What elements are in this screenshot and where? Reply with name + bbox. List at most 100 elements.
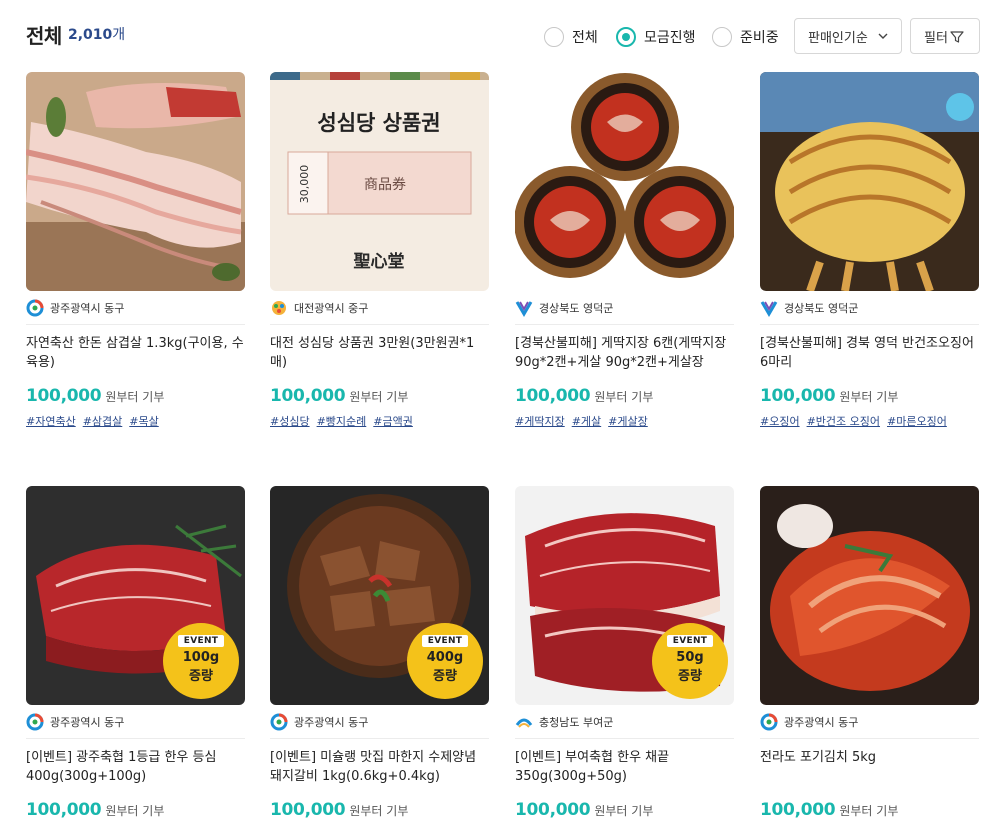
region-row: 광주광역시 동구 [760,705,979,739]
price-row: 100,000 원부터 기부 [26,386,245,406]
region-row: 경상북도 영덕군 [760,291,979,325]
tag-link[interactable]: #삼겹살 [83,415,123,428]
event-badge-label: 증량 [433,669,457,684]
region-row: 광주광역시 동구 [26,705,245,739]
price-value: 100,000 [760,386,836,406]
voucher-ticket-text: 商品券 [364,177,406,193]
price-value: 100,000 [270,800,346,820]
dried-squid-photo [760,72,979,291]
kimchi-photo [760,486,979,705]
sort-select[interactable]: 판매인기순 [794,18,902,54]
price-value: 100,000 [515,386,591,406]
event-badge: EVENT 100g 증량 [163,623,239,699]
product-card[interactable]: 경상북도 영덕군 [경북산불피해] 경북 영덕 반건조오징어 6마리 100,0… [760,72,979,429]
product-card[interactable]: 광주광역시 동구 전라도 포기김치 5kg 100,000 원부터 기부 [760,486,979,820]
price-value: 100,000 [515,800,591,820]
tag-link[interactable]: #반건조 오징어 [807,415,880,428]
tag-list: #오징어 #반건조 오징어 #마른오징어 [760,413,979,429]
product-image[interactable] [760,72,979,291]
product-name[interactable]: [이벤트] 미슐랭 맛집 마한지 수제양념 돼지갈비 1kg(0.6kg+0.4… [270,748,489,788]
price-value: 100,000 [270,386,346,406]
price-unit: 원부터 기부 [594,804,654,818]
product-card[interactable]: EVENT 100g 증량 광주광역시 동구 [이벤트] 광주축협 1등급 한우… [26,486,245,820]
product-name[interactable]: [경북산불피해] 경북 영덕 반건조오징어 6마리 [760,334,979,374]
product-card[interactable]: EVENT 50g 증량 충청남도 부여군 [이벤트] 부여축협 한우 채끝 3… [515,486,734,820]
page-title: 전체 [26,24,62,48]
product-image[interactable] [760,486,979,705]
event-badge-label: 증량 [189,669,213,684]
gwangju-dong-logo [270,713,288,730]
radio-in-progress[interactable]: 모금진행 [616,26,696,48]
product-card[interactable]: 성심당 상품권 30,000 商品券 聖心堂 대전광역시 중구 대전 성심당 상… [270,72,489,429]
tag-link[interactable]: #목살 [129,415,158,428]
product-name[interactable]: 대전 성심당 상품권 3만원(3만원권*1매) [270,334,489,374]
product-image[interactable] [515,72,734,291]
funnel-icon [950,31,964,43]
product-name[interactable]: [이벤트] 부여축협 한우 채끝 350g(300g+50g) [515,748,734,788]
tag-link[interactable]: #게살장 [608,415,648,428]
event-badge: EVENT 400g 증량 [407,623,483,699]
event-badge-amount: 50g [676,650,704,665]
product-image[interactable] [26,72,245,291]
product-image[interactable]: EVENT 100g 증량 [26,486,245,705]
product-name[interactable]: [이벤트] 광주축협 1등급 한우 등심 400g(300g+100g) [26,748,245,788]
gwangju-dong-logo [26,713,44,730]
price-row: 100,000 원부터 기부 [515,386,734,406]
price-unit: 원부터 기부 [594,390,654,404]
radio-preparing-circle[interactable] [712,27,732,47]
yeongdeok-logo [515,300,533,317]
product-card[interactable]: 광주광역시 동구 자연축산 한돈 삼겹살 1.3kg(구이용, 수육용) 100… [26,72,245,429]
pork-belly-photo [26,72,245,291]
event-badge-tag: EVENT [421,635,469,647]
crab-cans-photo [515,72,734,291]
price-row: 100,000 원부터 기부 [515,800,734,820]
price-row: 100,000 원부터 기부 [270,800,489,820]
region-name: 광주광역시 동구 [294,715,369,729]
tag-link[interactable]: #오징어 [760,415,800,428]
tag-link[interactable]: #빵지순례 [317,415,367,428]
product-card[interactable]: 경상북도 영덕군 [경북산불피해] 게딱지장 6캔(게딱지장 90g*2캔+게살… [515,72,734,429]
region-name: 광주광역시 동구 [784,715,859,729]
price-row: 100,000 원부터 기부 [270,386,489,406]
region-name: 경상북도 영덕군 [784,301,859,315]
price-value: 100,000 [26,800,102,820]
buyeo-logo [515,718,533,728]
region-row: 충청남도 부여군 [515,705,734,739]
filter-button-label: 필터 [924,30,948,46]
product-name[interactable]: [경북산불피해] 게딱지장 6캔(게딱지장 90g*2캔+게살 90g*2캔+게… [515,334,734,374]
tag-link[interactable]: #마른오징어 [887,415,947,428]
price-unit: 원부터 기부 [349,804,409,818]
price-unit: 원부터 기부 [105,804,165,818]
product-image[interactable]: 성심당 상품권 30,000 商品券 聖心堂 [270,72,489,291]
daejeon-jung-logo [272,300,286,315]
filter-button[interactable]: 필터 [910,18,980,54]
product-name[interactable]: 전라도 포기김치 5kg [760,748,979,788]
radio-all[interactable]: 전체 [544,26,598,48]
region-row: 대전광역시 중구 [270,291,489,325]
total-count-unit: 개 [112,27,126,43]
tag-list: #성심당 #빵지순례 #금액권 [270,413,489,429]
product-image[interactable]: EVENT 50g 증량 [515,486,734,705]
radio-in-progress-circle[interactable] [616,27,636,47]
tag-link[interactable]: #게살 [572,415,601,428]
event-badge: EVENT 50g 증량 [652,623,728,699]
tag-link[interactable]: #성심당 [270,415,310,428]
region-name: 광주광역시 동구 [50,715,125,729]
radio-all-circle[interactable] [544,27,564,47]
radio-preparing[interactable]: 준비중 [712,26,779,48]
sort-select-value: 판매인기순 [808,30,868,46]
product-card[interactable]: EVENT 400g 증량 광주광역시 동구 [이벤트] 미슐랭 맛집 마한지 … [270,486,489,820]
price-value: 100,000 [760,800,836,820]
voucher-title: 성심당 상품권 [317,111,440,135]
product-image[interactable]: EVENT 400g 증량 [270,486,489,705]
tag-link[interactable]: #금액권 [373,415,413,428]
gwangju-dong-logo [760,713,778,730]
total-count-value: 2,010 [68,27,113,43]
product-name[interactable]: 자연축산 한돈 삼겹살 1.3kg(구이용, 수육용) [26,334,245,374]
tag-link[interactable]: #자연축산 [26,415,76,428]
radio-preparing-label: 준비중 [740,30,779,46]
tag-link[interactable]: #게딱지장 [515,415,565,428]
price-unit: 원부터 기부 [839,804,899,818]
price-unit: 원부터 기부 [349,390,409,404]
region-name: 광주광역시 동구 [50,301,125,315]
